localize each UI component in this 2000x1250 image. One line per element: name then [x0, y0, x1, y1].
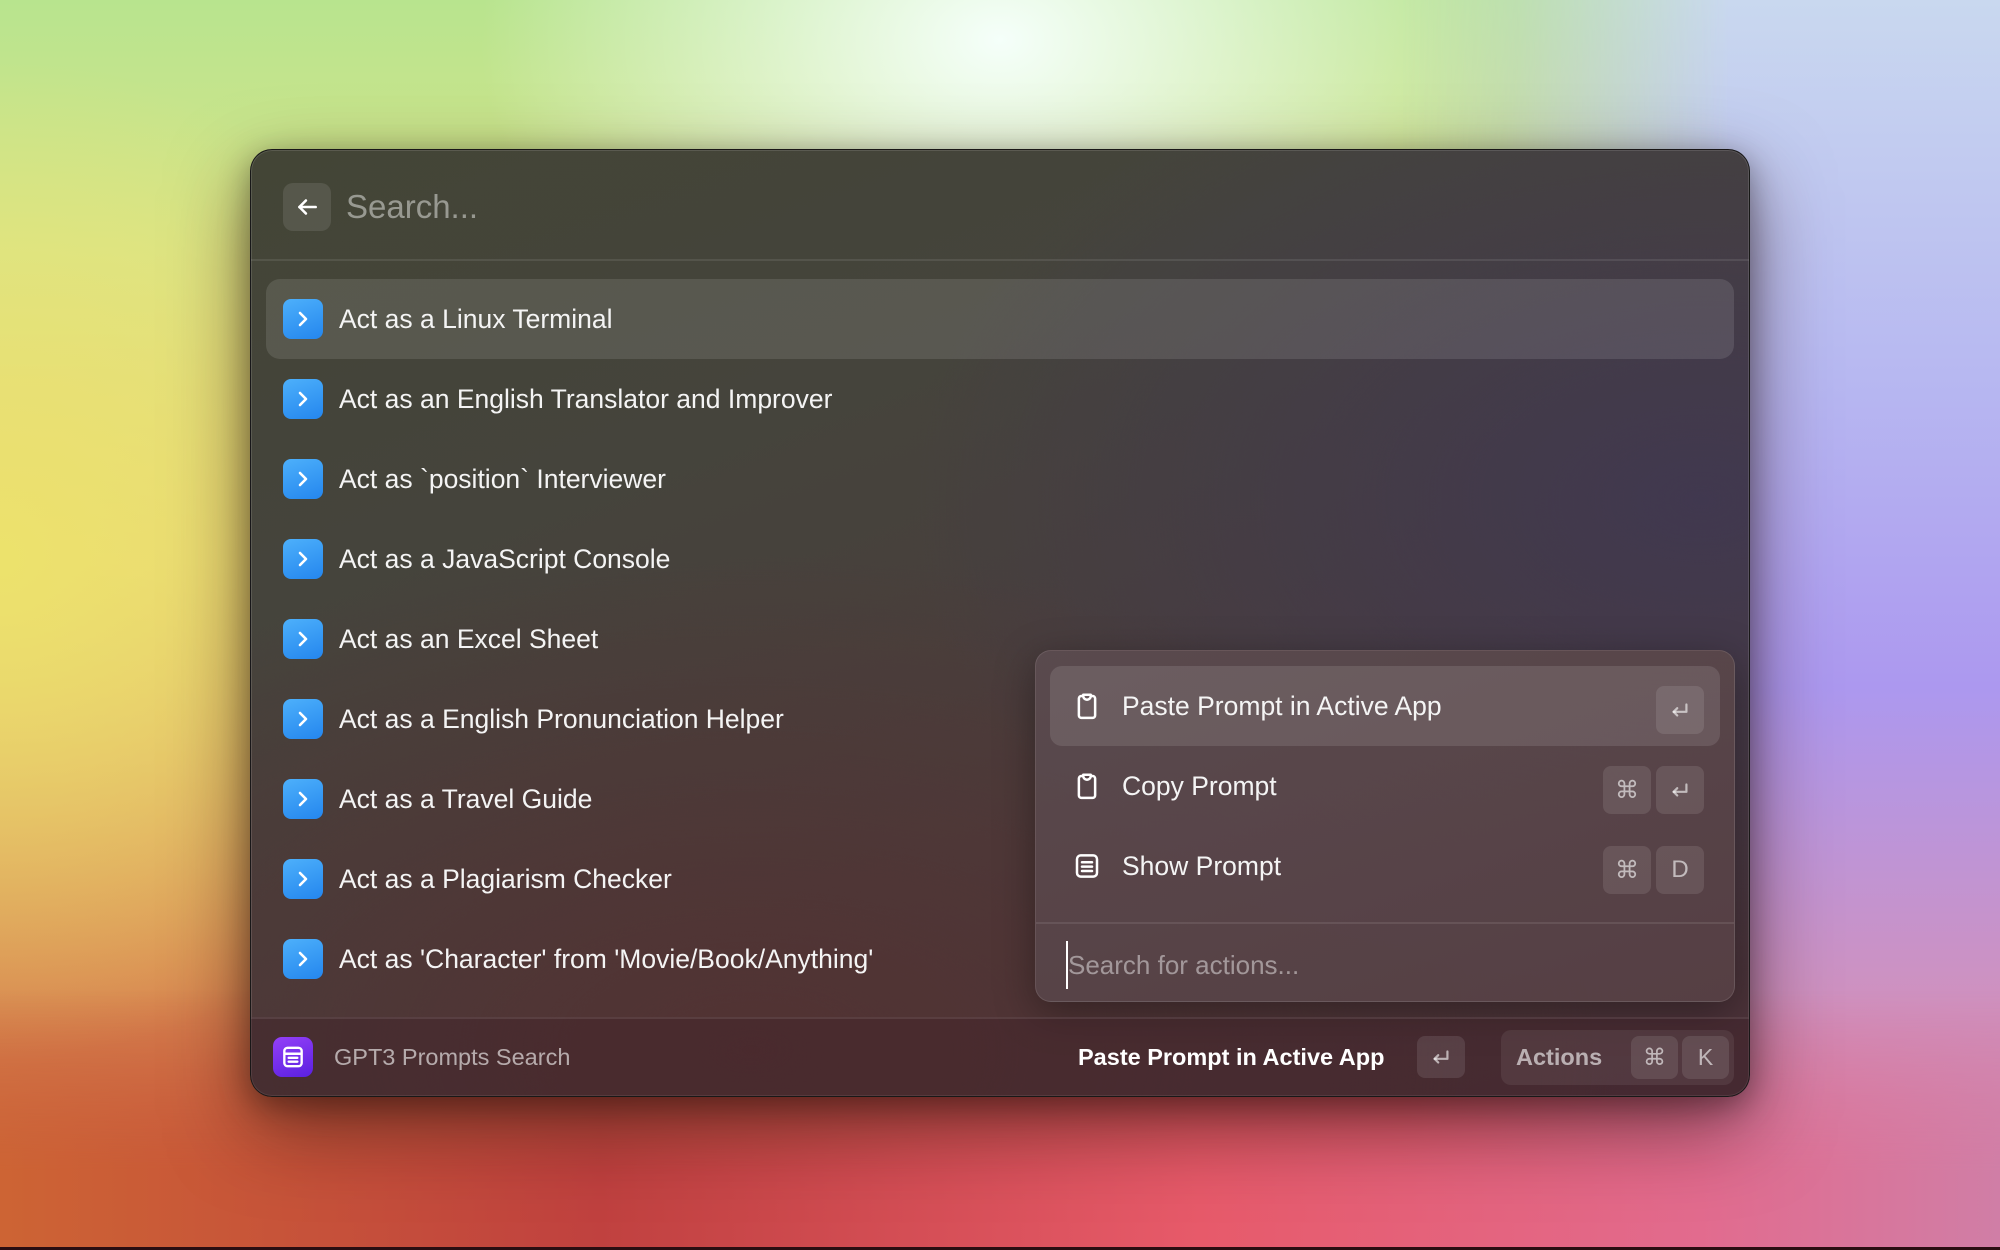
shortcut-keys: ⌘ K [1631, 1036, 1729, 1079]
list-item-label: Act as an English Translator and Improve… [339, 384, 833, 414]
command-key: ⌘ [1631, 1036, 1678, 1079]
chevron-right-icon [283, 539, 323, 579]
actions-label: Actions [1516, 1044, 1603, 1070]
document-list-icon [273, 1037, 313, 1077]
list-item-label: Act as a Linux Terminal [339, 304, 613, 334]
shortcut-keys: ⌘ [1603, 766, 1704, 814]
shortcut-keys [1656, 686, 1704, 734]
actions-button[interactable]: Actions ⌘ K [1501, 1030, 1734, 1085]
list-item-label: Act as a English Pronunciation Helper [339, 704, 784, 734]
chevron-right-icon [283, 619, 323, 659]
chevron-right-icon [283, 859, 323, 899]
actions-search-input[interactable] [1066, 941, 1706, 989]
list-item[interactable]: Act as a Linux Terminal [266, 279, 1734, 359]
divider [1036, 922, 1734, 924]
document-icon [1075, 854, 1099, 878]
back-button[interactable] [283, 183, 331, 231]
list-item-label: Act as 'Character' from 'Movie/Book/Anyt… [339, 944, 874, 974]
arrow-left-icon [298, 199, 317, 215]
chevron-right-icon [283, 299, 323, 339]
list-item-label: Act as `position` Interviewer [339, 464, 666, 494]
search-input[interactable] [346, 178, 1646, 236]
actions-popover: Paste Prompt in Active App Copy Prompt ⌘ [1035, 650, 1735, 1002]
launcher-window: Act as a Linux Terminal Act as an Englis… [250, 149, 1750, 1097]
action-copy-prompt[interactable]: Copy Prompt ⌘ [1050, 746, 1720, 826]
list-item-label: Act as a Travel Guide [339, 784, 593, 814]
list-item-label: Act as an Excel Sheet [339, 624, 599, 654]
command-key: ⌘ [1603, 846, 1651, 894]
chevron-right-icon [283, 699, 323, 739]
primary-action-button[interactable]: Paste Prompt in Active App [1078, 1019, 1384, 1096]
clipboard-icon [1077, 773, 1097, 800]
chevron-right-icon [283, 779, 323, 819]
action-label: Show Prompt [1122, 851, 1282, 881]
action-show-prompt[interactable]: Show Prompt ⌘ D [1050, 826, 1720, 906]
action-paste-prompt[interactable]: Paste Prompt in Active App [1050, 666, 1720, 746]
chevron-right-icon [283, 939, 323, 979]
clipboard-icon [1077, 693, 1097, 720]
return-key-icon [1656, 766, 1704, 814]
chevron-right-icon [283, 379, 323, 419]
action-label: Paste Prompt in Active App [1122, 691, 1442, 721]
d-key: D [1656, 846, 1704, 894]
extension-name: GPT3 Prompts Search [334, 1044, 571, 1070]
list-item-label: Act as a JavaScript Console [339, 544, 671, 574]
k-key: K [1682, 1036, 1729, 1079]
list-item[interactable]: Act as a JavaScript Console [266, 519, 1734, 599]
return-key-icon [1656, 686, 1704, 734]
footer-bar: GPT3 Prompts Search Paste Prompt in Acti… [251, 1017, 1749, 1096]
list-item[interactable]: Act as an English Translator and Improve… [266, 359, 1734, 439]
action-label: Copy Prompt [1122, 771, 1277, 801]
search-bar [251, 150, 1749, 261]
list-item[interactable]: Act as `position` Interviewer [266, 439, 1734, 519]
shortcut-keys: ⌘ D [1603, 846, 1704, 894]
return-key-icon [1417, 1036, 1465, 1078]
list-item-label: Act as a Plagiarism Checker [339, 864, 672, 894]
command-key: ⌘ [1603, 766, 1651, 814]
actions-list: Paste Prompt in Active App Copy Prompt ⌘ [1050, 666, 1720, 906]
chevron-right-icon [283, 459, 323, 499]
